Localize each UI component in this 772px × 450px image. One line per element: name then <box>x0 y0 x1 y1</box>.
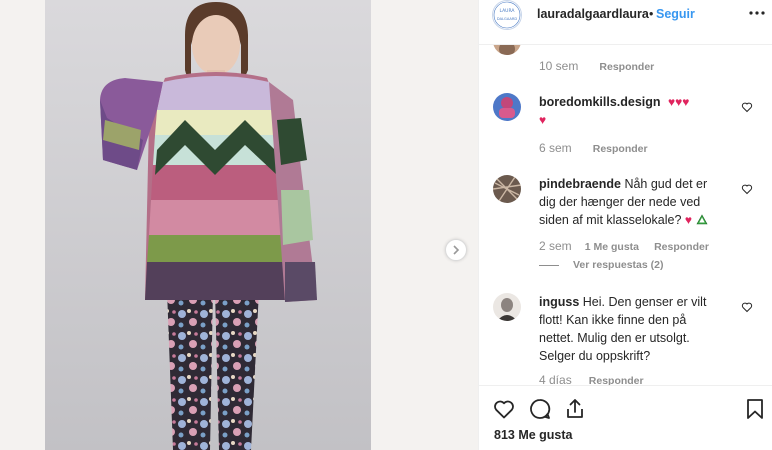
reply-button[interactable]: Responder <box>599 61 654 73</box>
comment-time: 4 días <box>539 373 572 385</box>
comment-text-line2: flott! Kan ikke finne den på <box>539 313 687 327</box>
post-photo[interactable] <box>45 0 371 450</box>
comment-body: boredomkills.design ♥♥♥ ♥ <box>539 93 729 129</box>
model-in-sweater-image <box>45 0 371 450</box>
comment-time: 2 sem <box>539 239 572 253</box>
more-options-button[interactable] <box>747 5 767 21</box>
commenter-avatar[interactable] <box>493 45 521 55</box>
post-side-panel: LAURA DALGAARD lauradalgaardlaura • Segu… <box>478 0 772 450</box>
like-comment-heart-icon[interactable] <box>741 183 753 195</box>
replies-line <box>539 264 559 266</box>
view-replies-label: Ver respuestas (2) <box>573 259 664 271</box>
comment-username[interactable]: boredomkills.design <box>539 95 661 109</box>
commenter-avatar-pindebraende[interactable] <box>493 175 521 203</box>
avatar-image <box>493 293 521 321</box>
comment-text-line2: dig der hænger der nede ved <box>539 195 701 209</box>
bookmark-icon[interactable] <box>743 397 767 421</box>
comment-meta: 10 sem Responder <box>539 59 654 73</box>
svg-text:DALGAARD: DALGAARD <box>497 17 517 21</box>
post-actions: 813 Me gusta <box>479 385 772 450</box>
share-icon[interactable] <box>563 397 587 421</box>
like-comment-heart-icon[interactable] <box>741 301 753 313</box>
chevron-right-icon <box>453 245 460 255</box>
commenter-avatar-boredomkills[interactable] <box>493 93 521 121</box>
account-avatar[interactable]: LAURA DALGAARD <box>492 0 522 30</box>
comment-text-line2: ♥ <box>539 113 547 127</box>
next-photo-button[interactable] <box>445 239 467 261</box>
view-replies-button[interactable]: Ver respuestas (2) <box>539 259 663 271</box>
more-options-icon <box>749 11 765 15</box>
comment-username[interactable]: inguss <box>539 295 579 309</box>
warning-triangle-emoji-icon <box>696 214 708 225</box>
comment-text-line1: Nåh gud det er <box>620 177 708 191</box>
heart-icon[interactable] <box>492 397 516 421</box>
likes-count[interactable]: 813 Me gusta <box>494 428 573 442</box>
comment-meta: 2 sem 1 Me gusta Responder <box>539 239 709 253</box>
comment-text-line3: siden af mit klasselokale? <box>539 213 682 227</box>
comments-list[interactable]: 10 sem Responder boredomkills.design ♥♥♥… <box>479 45 772 385</box>
comment-username[interactable]: pindebraende <box>539 177 621 191</box>
laura-dalgaard-logo-icon: LAURA DALGAARD <box>493 1 521 29</box>
like-comment-heart-icon[interactable] <box>741 101 753 113</box>
avatar-image <box>493 93 521 121</box>
post-header: LAURA DALGAARD lauradalgaardlaura • Segu… <box>479 0 772 45</box>
avatar-image <box>493 175 521 203</box>
reply-button[interactable]: Responder <box>589 375 644 385</box>
comment-time: 10 sem <box>539 59 579 73</box>
reply-button[interactable]: Responder <box>654 241 709 253</box>
comment-body: pindebraende Nåh gud det er dig der hæng… <box>539 175 734 229</box>
comment-likes[interactable]: 1 Me gusta <box>585 241 639 253</box>
header-separator: • <box>649 7 654 21</box>
comment-meta: 4 días Responder <box>539 373 644 385</box>
follow-button[interactable]: Seguir <box>656 7 695 21</box>
comment-icon[interactable] <box>528 397 552 421</box>
comment-body: inguss Hei. Den genser er vilt flott! Ka… <box>539 293 734 365</box>
commenter-avatar-inguss[interactable] <box>493 293 521 321</box>
comment-text: ♥♥♥ <box>668 95 690 109</box>
avatar-image <box>493 45 521 55</box>
comment-text-line4: Selger du oppskrift? <box>539 349 651 363</box>
header-username[interactable]: lauradalgaardlaura <box>537 7 649 21</box>
comment-time: 6 sem <box>539 141 572 155</box>
svg-text:LAURA: LAURA <box>499 8 515 14</box>
reply-button[interactable]: Responder <box>593 143 648 155</box>
comment-meta: 6 sem Responder <box>539 141 648 155</box>
comment-text-line1: Hei. Den genser er vilt <box>579 295 707 309</box>
heart-emoji: ♥ <box>684 213 693 227</box>
comment-text-line3: nettet. Mulig den er utsolgt. <box>539 331 690 345</box>
instagram-post-view: LAURA DALGAARD lauradalgaardlaura • Segu… <box>0 0 772 450</box>
